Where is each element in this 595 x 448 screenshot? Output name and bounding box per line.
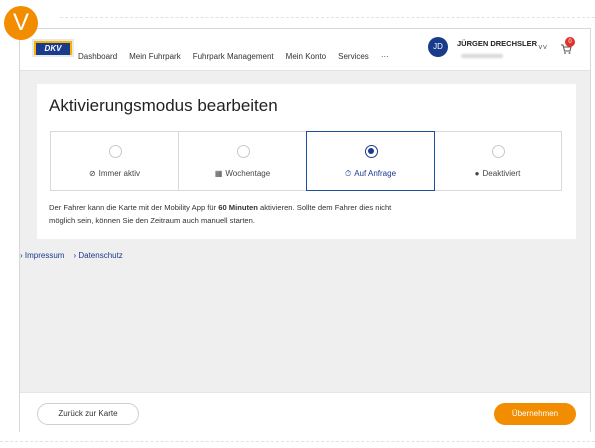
radio-immer-aktiv[interactable] (108, 145, 122, 158)
check-circle-icon: ⊘ (88, 169, 96, 178)
footer-links: › Impressum › Datenschutz (20, 251, 123, 260)
option-label-auf-anfrage: ⏱ Auf Anfrage (307, 169, 434, 179)
avatar[interactable]: JD (428, 37, 448, 57)
step-badge: V (4, 6, 38, 40)
user-name[interactable]: JÜRGEN DRECHSLER (457, 39, 537, 48)
apply-button[interactable]: Übernehmen (494, 403, 576, 425)
activation-mode-card: Aktivierungsmodus bearbeiten ⊘ Immer akti… (37, 84, 576, 239)
option-label-immer-aktiv: ⊘ Immer aktiv (51, 169, 178, 178)
page: V DKV Dashboard Mein Fuhrpark Fuhrpark M… (0, 0, 595, 448)
activation-mode-options: ⊘ Immer aktiv ▦ Wochentage ⏱ Auf Anfrage ● D… (50, 131, 562, 191)
page-title: Aktivierungsmodus bearbeiten (49, 96, 278, 115)
dashed-divider-top (60, 17, 595, 18)
mode-description: Der Fahrer kann die Karte mit der Mobili… (49, 201, 419, 227)
option-label-deaktiviert: ● Deaktiviert (434, 169, 561, 178)
radio-wochentage[interactable] (236, 145, 250, 158)
option-immer-aktiv[interactable]: ⊘ Immer aktiv (51, 132, 179, 190)
option-text: Deaktiviert (482, 169, 521, 178)
calendar-icon: ▦ (214, 169, 223, 178)
option-text: Auf Anfrage (354, 169, 397, 178)
timer-icon: ⏱ (344, 169, 352, 178)
option-wochentage[interactable]: ▦ Wochentage (179, 132, 307, 190)
user-subtitle-blurred (461, 54, 503, 58)
nav-item-fuhrpark-management[interactable]: Fuhrpark Management (193, 52, 274, 61)
cart-count-badge: 0 (565, 37, 575, 47)
dashed-divider-bottom (0, 441, 595, 442)
nav-item-dashboard[interactable]: Dashboard (78, 52, 117, 61)
disabled-icon: ● (474, 169, 480, 178)
description-duration: 60 Minuten (218, 203, 258, 212)
radio-auf-anfrage[interactable] (364, 145, 378, 158)
action-bar: Zurück zur Karte Übernehmen (20, 392, 590, 433)
logo-text: DKV (36, 43, 70, 55)
description-pre: Der Fahrer kann die Karte mit der Mobili… (49, 203, 219, 212)
dkv-logo[interactable]: DKV (32, 39, 74, 57)
nav-item-mein-konto[interactable]: Mein Konto (286, 52, 326, 61)
option-text: Wochentage (225, 169, 271, 178)
nav-item-services[interactable]: Services (338, 52, 369, 61)
datenschutz-link[interactable]: › Datenschutz (73, 251, 122, 260)
option-label-wochentage: ▦ Wochentage (179, 169, 306, 178)
radio-deaktiviert[interactable] (491, 145, 505, 158)
option-deaktiviert[interactable]: ● Deaktiviert (434, 132, 561, 190)
nav-item-mein-fuhrpark[interactable]: Mein Fuhrpark (129, 52, 181, 61)
nav-links: Dashboard Mein Fuhrpark Fuhrpark Managem… (78, 52, 389, 61)
nav-more-icon[interactable]: ··· (381, 52, 389, 61)
user-menu-chevron-icon[interactable]: ˅˅ (538, 43, 547, 52)
top-navigation: DKV Dashboard Mein Fuhrpark Fuhrpark Man… (20, 29, 590, 71)
app-window: DKV Dashboard Mein Fuhrpark Fuhrpark Man… (19, 28, 591, 433)
back-to-card-button[interactable]: Zurück zur Karte (37, 403, 139, 425)
impressum-link[interactable]: › Impressum (20, 251, 64, 260)
option-text: Immer aktiv (98, 169, 141, 178)
option-auf-anfrage[interactable]: ⏱ Auf Anfrage (306, 131, 435, 191)
